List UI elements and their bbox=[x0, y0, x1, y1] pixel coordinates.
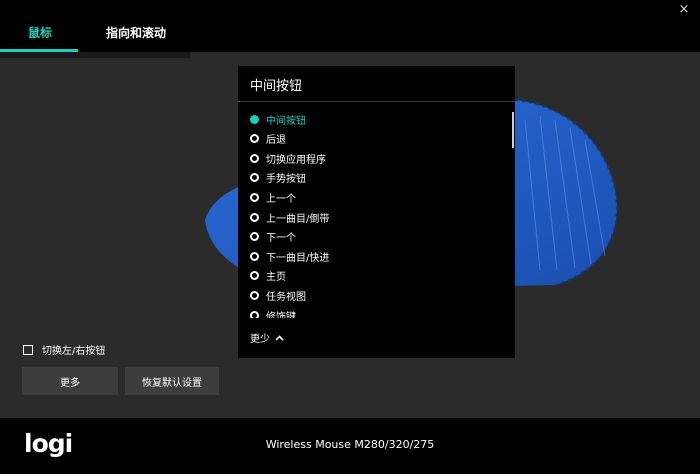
more-button[interactable]: 更多 bbox=[22, 367, 118, 395]
option-previous[interactable]: 上一个 bbox=[250, 188, 296, 206]
option-label: 下一曲目/快进 bbox=[266, 252, 330, 264]
radio-icon bbox=[250, 232, 259, 242]
option-label: 上一曲目/倒带 bbox=[266, 213, 330, 225]
option-gesture-button[interactable]: 手势按钮 bbox=[250, 169, 306, 187]
radio-icon bbox=[250, 290, 259, 300]
option-middle-button[interactable]: 中间按钮 bbox=[250, 110, 306, 128]
tab-point-and-scroll[interactable]: 指向和滚动 bbox=[106, 24, 166, 41]
option-next-track[interactable]: 下一曲目/快进 bbox=[250, 247, 329, 265]
radio-icon bbox=[250, 310, 259, 318]
option-home[interactable]: 主页 bbox=[250, 267, 286, 285]
option-task-view[interactable]: 任务视图 bbox=[250, 286, 306, 304]
radio-icon bbox=[250, 212, 259, 222]
option-label: 中间按钮 bbox=[266, 115, 306, 127]
option-label: 任务视图 bbox=[266, 291, 306, 303]
swap-buttons-toggle[interactable]: 切换左/右按钮 bbox=[23, 342, 105, 357]
option-list-scrollbar[interactable] bbox=[512, 112, 514, 148]
divider bbox=[238, 101, 515, 102]
option-label: 手势按钮 bbox=[266, 174, 306, 186]
device-name: Wireless Mouse M280/320/275 bbox=[265, 438, 435, 451]
option-label: 后退 bbox=[266, 135, 286, 147]
swap-buttons-label: 切换左/右按钮 bbox=[42, 346, 106, 357]
option-label: 主页 bbox=[266, 272, 286, 284]
tab-mouse[interactable]: 鼠标 bbox=[28, 24, 52, 41]
radio-selected-icon bbox=[250, 114, 259, 124]
tab-strip-shadow bbox=[0, 52, 190, 58]
option-switch-app[interactable]: 切换应用程序 bbox=[250, 149, 326, 167]
option-back[interactable]: 后退 bbox=[250, 130, 286, 148]
option-previous-track[interactable]: 上一曲目/倒带 bbox=[250, 208, 329, 226]
radio-icon bbox=[250, 251, 259, 261]
top-bar: 鼠标 指向和滚动 × bbox=[0, 0, 700, 52]
swap-buttons-checkbox[interactable] bbox=[23, 344, 33, 355]
dropdown-title: 中间按钮 bbox=[250, 79, 303, 94]
option-label: 切换应用程序 bbox=[266, 154, 326, 166]
restore-defaults-button[interactable]: 恢复默认设置 bbox=[125, 367, 219, 395]
option-label: 修饰键 bbox=[266, 311, 296, 319]
option-next[interactable]: 下一个 bbox=[250, 228, 296, 246]
footer: logi Wireless Mouse M280/320/275 bbox=[0, 418, 700, 474]
option-modifier-key[interactable]: 修饰键 bbox=[250, 306, 296, 318]
chevron-up-icon bbox=[275, 334, 284, 341]
option-label: 下一个 bbox=[266, 233, 296, 245]
radio-icon bbox=[250, 153, 259, 163]
show-less-label: 更少 bbox=[250, 334, 270, 345]
show-less-button[interactable]: 更少 bbox=[250, 330, 284, 345]
radio-icon bbox=[250, 192, 259, 202]
button-action-dropdown: 中间按钮 中间按钮 后退 切换应用程序 手势按钮 上一个 上一曲目/倒带 下一个… bbox=[238, 66, 515, 358]
radio-icon bbox=[250, 271, 259, 281]
radio-icon bbox=[250, 173, 259, 183]
close-icon[interactable]: × bbox=[676, 2, 692, 18]
option-label: 上一个 bbox=[266, 193, 296, 205]
radio-icon bbox=[250, 134, 259, 144]
option-list: 中间按钮 后退 切换应用程序 手势按钮 上一个 上一曲目/倒带 下一个 下一曲目… bbox=[238, 110, 515, 318]
